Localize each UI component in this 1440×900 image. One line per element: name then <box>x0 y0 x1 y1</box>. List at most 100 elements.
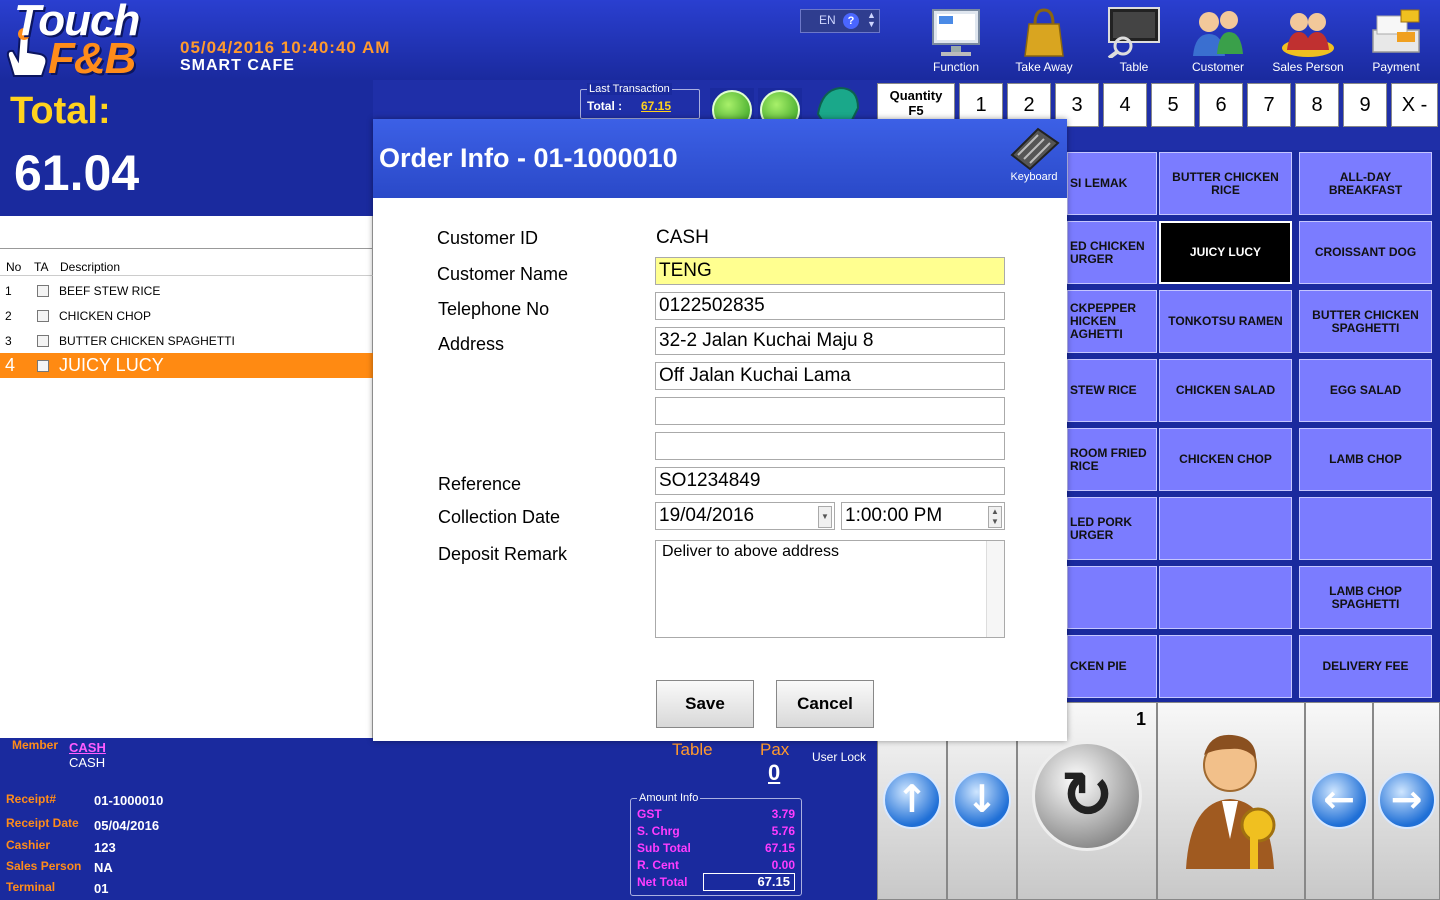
payment-button[interactable]: Payment <box>1356 2 1436 78</box>
remark-scrollbar[interactable] <box>986 541 1004 637</box>
help-icon[interactable]: ? <box>843 13 859 29</box>
menu-item-selected[interactable]: JUICY LUCY <box>1159 221 1292 284</box>
menu-item[interactable]: TONKOTSU RAMEN <box>1159 290 1292 353</box>
num-key-clear[interactable]: X - <box>1391 83 1438 127</box>
address-line1-input[interactable]: 32-2 Jalan Kuchai Maju 8 <box>655 327 1005 355</box>
num-key-6[interactable]: 6 <box>1199 83 1243 127</box>
scroll-down-button[interactable] <box>710 88 754 130</box>
keyboard-button[interactable]: Keyboard <box>1003 125 1065 195</box>
table-info-label: Table <box>672 740 713 759</box>
address-line4-input[interactable] <box>655 432 1005 460</box>
menu-item[interactable]: BUTTER CHICKEN SPAGHETTI <box>1299 290 1432 353</box>
function-button[interactable]: Function <box>916 2 996 78</box>
telephone-input[interactable]: 0122502835 <box>655 292 1005 320</box>
deposit-remark-textarea[interactable]: Deliver to above address <box>655 540 1005 638</box>
menu-item[interactable]: STEW RICE <box>1067 359 1157 422</box>
function-label: Function <box>932 60 980 74</box>
col-description: Description <box>60 260 121 274</box>
last-transaction-total-value[interactable]: 67.15 <box>641 99 671 113</box>
time-spinner-icon[interactable]: ▲ ▼ <box>988 506 1002 528</box>
customer-name-input[interactable]: TENG <box>655 257 1005 285</box>
col-ta: TA <box>34 260 49 274</box>
last-transaction-box: Last Transaction Total : 67.15 <box>580 83 700 119</box>
member-link[interactable]: CASH <box>69 740 106 755</box>
user-lock-label[interactable]: User Lock <box>812 750 866 764</box>
net-total-label: Net Total <box>637 875 688 889</box>
table-button[interactable]: Table <box>1094 2 1174 78</box>
previous-page-button[interactable]: ← <box>1305 702 1373 900</box>
menu-item[interactable]: BUTTER CHICKEN RICE <box>1159 152 1292 215</box>
address-line2-input[interactable]: Off Jalan Kuchai Lama <box>655 362 1005 390</box>
num-key-8[interactable]: 8 <box>1295 83 1339 127</box>
menu-item[interactable]: EGG SALAD <box>1299 359 1432 422</box>
payment-icon <box>1372 9 1420 53</box>
order-row-no: 2 <box>5 309 12 323</box>
order-row-no: 3 <box>5 334 12 348</box>
menu-item[interactable]: LAMB CHOP SPAGHETTI <box>1299 566 1432 629</box>
menu-item[interactable]: SI LEMAK <box>1067 152 1157 215</box>
menu-item[interactable]: LAMB CHOP <box>1299 428 1432 491</box>
shop-name: SMART CAFE <box>180 57 295 74</box>
reference-input[interactable]: SO1234849 <box>655 467 1005 495</box>
num-key-4[interactable]: 4 <box>1103 83 1147 127</box>
quantity-label[interactable]: Quantity F5 <box>877 83 955 123</box>
menu-item[interactable]: ED CHICKEN URGER <box>1067 221 1157 284</box>
menu-item-empty[interactable] <box>1159 635 1292 698</box>
cancel-button[interactable]: Cancel <box>776 680 874 728</box>
order-info-dialog: Order Info - 01-1000010 Keyboard Custome… <box>373 119 1067 741</box>
chevron-down-icon[interactable]: ▼ <box>818 506 832 528</box>
address-line3-input[interactable] <box>655 397 1005 425</box>
sales-person-label: Sales Person <box>1272 60 1344 74</box>
language-spinner-icon[interactable]: ▲ ▼ <box>867 11 876 29</box>
num-key-5[interactable]: 5 <box>1151 83 1195 127</box>
user-login-button[interactable] <box>1157 702 1305 900</box>
collection-time-picker[interactable]: 1:00:00 PM ▲ ▼ <box>841 502 1005 530</box>
menu-item-empty[interactable] <box>1067 566 1157 629</box>
menu-item[interactable]: CKEN PIE <box>1067 635 1157 698</box>
take-away-checkbox[interactable] <box>37 310 49 322</box>
menu-item-empty[interactable] <box>1159 566 1292 629</box>
amount-label: S. Chrg <box>637 824 680 838</box>
save-button[interactable]: Save <box>656 680 754 728</box>
take-away-label: Take Away <box>1015 60 1073 74</box>
amount-value: 3.79 <box>771 807 795 821</box>
take-away-checkbox[interactable] <box>37 335 49 347</box>
menu-item-empty[interactable] <box>1159 497 1292 560</box>
num-key-9[interactable]: 9 <box>1343 83 1387 127</box>
take-away-checkbox[interactable] <box>37 285 49 297</box>
pax-label: Pax <box>760 740 790 759</box>
collection-date-picker[interactable]: 19/04/2016 ▼ <box>655 502 835 530</box>
cashier-label: Cashier <box>6 838 51 852</box>
order-row[interactable]: 1 BEEF STEW RICE <box>0 278 373 303</box>
menu-item[interactable]: CHICKEN CHOP <box>1159 428 1292 491</box>
customer-button[interactable]: Customer <box>1178 2 1258 78</box>
finger-print-icon[interactable] <box>812 84 864 120</box>
menu-item[interactable]: LED PORK URGER <box>1067 497 1157 560</box>
menu-item[interactable]: DELIVERY FEE <box>1299 635 1432 698</box>
order-row-selected[interactable]: 4 JUICY LUCY <box>0 353 373 378</box>
menu-item[interactable]: CROISSANT DOG <box>1299 221 1432 284</box>
order-row[interactable]: 3 BUTTER CHICKEN SPAGHETTI <box>0 328 373 353</box>
amount-info-box: Amount Info GST 3.79 S. Chrg 5.76 Sub To… <box>630 792 802 896</box>
menu-item-empty[interactable] <box>1299 497 1432 560</box>
menu-item[interactable]: CHICKEN SALAD <box>1159 359 1292 422</box>
receipt-info-panel: Member CASH CASH Receipt# 01-1000010 Rec… <box>0 738 373 900</box>
take-away-button[interactable]: Take Away <box>1004 2 1084 78</box>
pax-value[interactable]: 0 <box>768 760 780 786</box>
take-away-checkbox[interactable] <box>37 360 49 372</box>
menu-item[interactable]: CKPEPPER HICKEN AGHETTI <box>1067 290 1157 353</box>
arrow-left-icon: ← <box>1310 771 1368 829</box>
menu-item[interactable]: ALL-DAY BREAKFAST <box>1299 152 1432 215</box>
deposit-remark-label: Deposit Remark <box>438 544 568 564</box>
scroll-up-button[interactable] <box>758 88 802 130</box>
menu-item[interactable]: ROOM FRIED RICE <box>1067 428 1157 491</box>
order-row-no: 4 <box>5 355 16 375</box>
table-search-icon <box>1107 7 1160 58</box>
language-selector[interactable]: EN ? ▲ ▼ <box>800 9 880 33</box>
amount-row: S. Chrg 5.76 <box>637 824 797 840</box>
net-total-value: 67.15 <box>703 873 795 891</box>
sales-person-button[interactable]: Sales Person <box>1268 2 1348 78</box>
next-page-button[interactable]: → <box>1373 702 1440 900</box>
order-row[interactable]: 2 CHICKEN CHOP <box>0 303 373 328</box>
num-key-7[interactable]: 7 <box>1247 83 1291 127</box>
